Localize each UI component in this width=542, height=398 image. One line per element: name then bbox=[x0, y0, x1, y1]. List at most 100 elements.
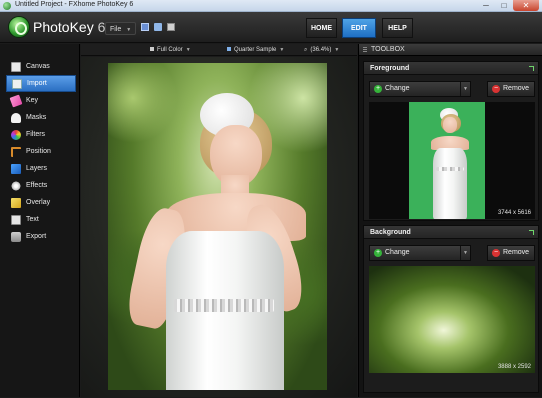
sample-mode-dropdown[interactable]: Quarter Sample ▼ bbox=[227, 45, 284, 55]
foreground-title-bar: Foreground bbox=[364, 62, 538, 75]
sidebar-item-label: Overlay bbox=[26, 199, 51, 206]
sidebar-item-effects[interactable]: Effects bbox=[6, 177, 76, 194]
foreground-title: Foreground bbox=[370, 65, 410, 72]
foreground-remove-label: Remove bbox=[503, 85, 530, 92]
sidebar-item-masks[interactable]: Masks bbox=[6, 109, 76, 126]
zoom-icon: ⌕ bbox=[304, 47, 308, 53]
foreground-dimensions: 3744 x 5616 bbox=[497, 210, 531, 216]
chevron-down-icon: ▼ bbox=[334, 47, 340, 53]
background-title-bar: Background bbox=[364, 226, 538, 239]
app-header: PhotoKey 6 File ▼ HOME EDIT HELP bbox=[0, 12, 542, 43]
sample-mode-label: Quarter Sample bbox=[234, 47, 277, 53]
sidebar-item-key[interactable]: Key bbox=[6, 92, 76, 109]
minimize-button[interactable]: ─ bbox=[477, 0, 495, 11]
sidebar-item-import[interactable]: Import bbox=[6, 75, 76, 92]
logo-name: PhotoKey bbox=[33, 19, 94, 35]
background-change-button[interactable]: + Change ▼ bbox=[369, 245, 471, 261]
foreground-change-button[interactable]: + Change ▼ bbox=[369, 81, 471, 97]
toolbox-title: TOOLBOX bbox=[371, 46, 405, 53]
stage-toolbar: Full Color ▼ Quarter Sample ▼ ⌕ (36.4%) ▼ bbox=[81, 44, 357, 56]
text-icon bbox=[11, 214, 21, 225]
layers-icon bbox=[11, 163, 21, 174]
toolbox-panel: TOOLBOX Foreground + Change ▼ − Remove 3… bbox=[358, 44, 542, 397]
background-remove-label: Remove bbox=[503, 249, 530, 256]
collapse-icon[interactable] bbox=[529, 230, 534, 235]
background-image bbox=[369, 266, 535, 373]
zoom-value: (36.4%) bbox=[310, 47, 332, 53]
sidebar-item-text[interactable]: Text bbox=[6, 211, 76, 228]
background-button-row: + Change ▼ − Remove bbox=[369, 245, 535, 261]
minus-icon: − bbox=[492, 85, 500, 93]
collapse-icon[interactable] bbox=[529, 66, 534, 71]
sidebar-item-label: Export bbox=[26, 233, 47, 240]
background-remove-button[interactable]: − Remove bbox=[487, 245, 535, 261]
window-title-bar: Untitled Project - FXhome PhotoKey 6 ─ □… bbox=[0, 0, 542, 12]
sidebar-item-label: Position bbox=[26, 148, 51, 155]
sidebar-item-canvas[interactable]: Canvas bbox=[6, 58, 76, 75]
sidebar-item-export[interactable]: Export bbox=[6, 228, 76, 245]
grip-icon[interactable] bbox=[363, 47, 367, 53]
full-color-icon bbox=[150, 47, 154, 52]
background-dimensions: 3888 x 2592 bbox=[497, 364, 531, 370]
zoom-dropdown[interactable]: ⌕ (36.4%) ▼ bbox=[304, 45, 339, 55]
sidebar-item-label: Effects bbox=[26, 182, 48, 189]
foreground-image bbox=[409, 102, 485, 219]
sidebar-item-label: Key bbox=[26, 97, 39, 104]
sidebar-item-layers[interactable]: Layers bbox=[6, 160, 76, 177]
sidebar-item-label: Text bbox=[26, 216, 39, 223]
chevron-down-icon: ▼ bbox=[185, 47, 191, 53]
sidebar-item-overlay[interactable]: Overlay bbox=[6, 194, 76, 211]
filters-icon bbox=[11, 129, 21, 140]
foreground-thumbnail[interactable]: 3744 x 5616 bbox=[369, 102, 535, 219]
chevron-down-icon: ▼ bbox=[126, 27, 132, 33]
close-button[interactable]: ✕ bbox=[513, 0, 539, 11]
chevron-down-icon[interactable]: ▼ bbox=[460, 82, 470, 96]
masks-icon bbox=[11, 112, 21, 123]
nav-home-button[interactable]: HOME bbox=[306, 18, 337, 38]
background-title: Background bbox=[370, 229, 411, 236]
effects-icon bbox=[11, 180, 21, 191]
save-icon[interactable] bbox=[141, 23, 149, 31]
open-icon[interactable] bbox=[154, 23, 162, 31]
app-icon bbox=[3, 2, 11, 10]
nav-help-button[interactable]: HELP bbox=[382, 18, 413, 38]
nav-edit-button[interactable]: EDIT bbox=[342, 18, 376, 38]
file-menu[interactable]: File ▼ bbox=[105, 22, 137, 35]
canvas-icon bbox=[11, 61, 21, 72]
import-icon bbox=[12, 78, 22, 89]
export-icon bbox=[11, 231, 21, 242]
window-title: Untitled Project - FXhome PhotoKey 6 bbox=[15, 1, 134, 8]
chevron-down-icon: ▼ bbox=[279, 47, 285, 53]
background-thumbnail[interactable]: 3888 x 2592 bbox=[369, 266, 535, 373]
file-menu-label: File bbox=[110, 26, 122, 33]
view-mode-label: Full Color bbox=[157, 47, 183, 53]
plus-icon: + bbox=[374, 249, 382, 257]
sidebar: Canvas Import Key Masks Filters Position… bbox=[0, 44, 80, 397]
canvas-stage[interactable] bbox=[81, 57, 357, 397]
foreground-button-row: + Change ▼ − Remove bbox=[369, 81, 535, 97]
plus-icon: + bbox=[374, 85, 382, 93]
view-mode-dropdown[interactable]: Full Color ▼ bbox=[150, 45, 191, 55]
key-icon bbox=[9, 94, 23, 107]
toolbox-header: TOOLBOX bbox=[359, 44, 542, 56]
sidebar-item-label: Import bbox=[27, 80, 47, 87]
sidebar-item-label: Filters bbox=[26, 131, 46, 138]
app-logo-text: PhotoKey 6 bbox=[33, 19, 105, 35]
foreground-section: Foreground + Change ▼ − Remove 3744 x 56… bbox=[363, 61, 539, 221]
foreground-remove-button[interactable]: − Remove bbox=[487, 81, 535, 97]
sidebar-item-position[interactable]: Position bbox=[6, 143, 76, 160]
maximize-button[interactable]: □ bbox=[495, 0, 513, 11]
background-change-label: Change bbox=[385, 249, 410, 256]
position-icon bbox=[11, 146, 21, 157]
minus-icon: − bbox=[492, 249, 500, 257]
sidebar-item-label: Masks bbox=[26, 114, 47, 121]
background-section: Background + Change ▼ − Remove 3888 x 25… bbox=[363, 225, 539, 393]
sidebar-item-filters[interactable]: Filters bbox=[6, 126, 76, 143]
print-icon[interactable] bbox=[167, 23, 175, 31]
sample-icon bbox=[227, 47, 231, 52]
sidebar-item-label: Layers bbox=[26, 165, 48, 172]
composite-preview-image bbox=[108, 63, 327, 390]
window-controls: ─ □ ✕ bbox=[477, 0, 539, 11]
chevron-down-icon[interactable]: ▼ bbox=[460, 246, 470, 260]
overlay-icon bbox=[11, 197, 21, 208]
